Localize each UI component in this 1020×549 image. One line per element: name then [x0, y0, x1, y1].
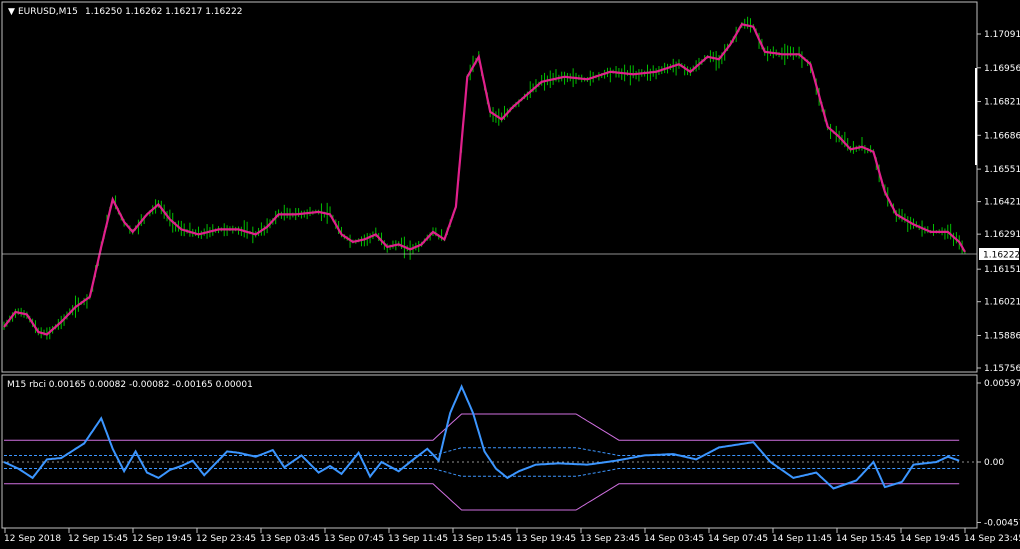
price-label: 1.16291: [984, 230, 1020, 240]
ohlc-values-label: 1.16250 1.16262 1.16217 1.16222: [85, 7, 242, 17]
time-label: 14 Sep 19:45: [900, 534, 960, 544]
rbci-line: [3, 384, 960, 490]
time-label: 12 Sep 15:45: [68, 534, 128, 544]
price-label: 1.16956: [984, 64, 1020, 74]
indicator-scale-label: 0.00597: [984, 379, 1020, 389]
time-label: 13 Sep 07:45: [324, 534, 384, 544]
time-label: 12 Sep 2018: [4, 534, 61, 544]
time-label: 14 Sep 11:45: [772, 534, 832, 544]
indicator-scale-label: 0.00: [984, 458, 1004, 468]
time-label: 12 Sep 19:45: [132, 534, 192, 544]
price-moving-average-line: [3, 22, 966, 336]
indicator-scale[interactable]: 0.00597 0.00 -0.00457: [977, 379, 1020, 528]
time-label: 13 Sep 23:45: [580, 534, 640, 544]
price-label: 1.16821: [984, 98, 1020, 108]
band-lower-outer: [4, 483, 960, 511]
time-label: 13 Sep 11:45: [388, 534, 448, 544]
dropdown-arrow-icon[interactable]: ▼: [8, 7, 15, 17]
time-axis[interactable]: 12 Sep 2018 12 Sep 15:45 12 Sep 19:45 12 Se…: [4, 528, 1020, 544]
price-label: 1.16151: [984, 265, 1020, 275]
time-label: 14 Sep 03:45: [644, 534, 704, 544]
time-label: 14 Sep 07:45: [708, 534, 768, 544]
price-ma-polyline: [3, 22, 966, 336]
time-label: 13 Sep 19:45: [516, 534, 576, 544]
band-upper-inner: [4, 447, 960, 456]
indicator-header: M15 rbci 0.00165 0.00082 -0.00082 -0.001…: [7, 380, 253, 390]
indicator-panel-frame: [1, 374, 978, 529]
price-bars: [3, 16, 966, 340]
time-label: 14 Sep 15:45: [836, 534, 896, 544]
price-label: 1.16686: [984, 131, 1020, 141]
indicator-scale-label: -0.00457: [984, 518, 1020, 528]
chart-window[interactable]: ▼ EURUSD,M15 1.16250 1.16262 1.16217 1.1…: [0, 0, 1020, 549]
time-label: 13 Sep 03:45: [260, 534, 320, 544]
price-label: 1.15756: [984, 364, 1020, 374]
band-upper-outer: [4, 413, 960, 441]
symbol-timeframe-label: EURUSD,M15: [18, 7, 78, 17]
current-price-label: 1.16222: [983, 251, 1020, 261]
price-label: 1.17091: [984, 30, 1020, 40]
price-label: 1.16421: [984, 198, 1020, 208]
main-panel-frame: [1, 1, 978, 373]
time-label: 13 Sep 15:45: [452, 534, 512, 544]
price-axis[interactable]: 1.17091 1.16956 1.16821 1.16686 1.16551 1.164…: [977, 30, 1020, 374]
time-label: 12 Sep 23:45: [196, 534, 256, 544]
time-label: 14 Sep 23:45: [964, 534, 1020, 544]
price-label: 1.16021: [984, 298, 1020, 308]
price-label: 1.16551: [984, 165, 1020, 175]
rbci-indicator: [2, 384, 977, 511]
price-label: 1.15886: [984, 331, 1020, 341]
